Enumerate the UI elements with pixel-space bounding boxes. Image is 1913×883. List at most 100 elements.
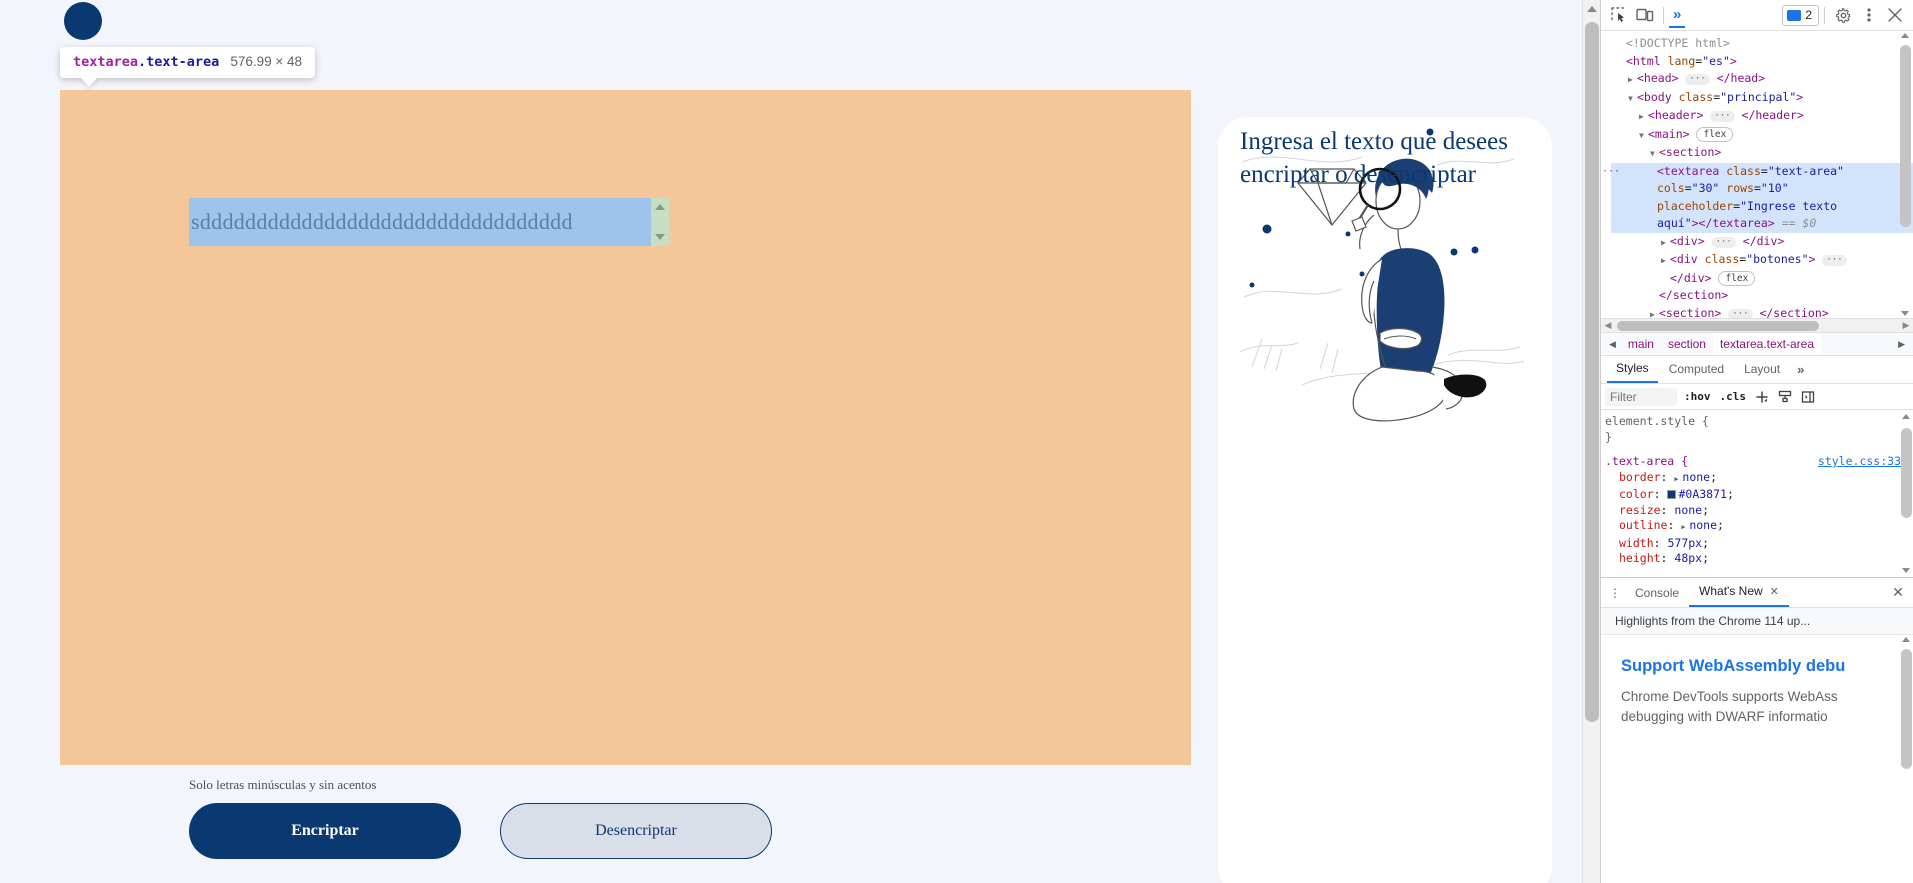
- textarea-scrollbar[interactable]: [651, 198, 669, 246]
- dom-scroll-up-icon[interactable]: [1901, 33, 1909, 38]
- dom-tree-scrollbar[interactable]: [1900, 31, 1911, 318]
- desencriptar-button[interactable]: Desencriptar: [500, 803, 772, 859]
- toggle-hover-state-button[interactable]: :hov: [1682, 390, 1713, 403]
- whats-new-scroll-thumb[interactable]: [1901, 649, 1912, 769]
- drawer-close-icon[interactable]: ✕: [1887, 584, 1909, 601]
- dom-line[interactable]: <!DOCTYPE html>: [1611, 35, 1913, 53]
- inspect-element-icon[interactable]: [1606, 2, 1632, 28]
- element-style-header: element.style {: [1605, 414, 1709, 428]
- dom-tree[interactable]: <!DOCTYPE html> <html lang="es"> ▶ <head> ·…: [1601, 31, 1913, 318]
- issues-button[interactable]: 2: [1782, 4, 1819, 26]
- styles-filter-input[interactable]: [1605, 387, 1677, 406]
- whats-new-scroll-up-icon[interactable]: [1902, 637, 1910, 642]
- dom-line[interactable]: ▼ <section>: [1611, 144, 1913, 163]
- device-toolbar-icon[interactable]: [1632, 2, 1658, 28]
- hscroll-left-arrow-icon[interactable]: ◀: [1603, 320, 1613, 331]
- new-style-rule-icon[interactable]: [1753, 388, 1771, 406]
- scroll-up-arrow-icon[interactable]: [655, 204, 665, 210]
- devtools-drawer: ⋮ Console What's New ✕ ✕ Highlights from …: [1601, 577, 1913, 883]
- devtools-close-icon[interactable]: [1882, 2, 1908, 28]
- page-vertical-scrollbar[interactable]: [1582, 0, 1600, 883]
- css-property-name[interactable]: width: [1619, 536, 1654, 550]
- dom-line[interactable]: aquí"></textarea> == $0: [1657, 215, 1913, 233]
- breadcrumb-item-main[interactable]: main: [1621, 333, 1661, 355]
- css-property-value[interactable]: none: [1682, 470, 1710, 484]
- dom-line[interactable]: ▶ <header> ··· </header>: [1611, 107, 1913, 126]
- whats-new-subtitle: Highlights from the Chrome 114 up...: [1601, 608, 1913, 635]
- dom-line[interactable]: ▶ <section> ··· </section>: [1611, 305, 1913, 318]
- tab-layout[interactable]: Layout: [1735, 357, 1789, 382]
- dom-horizontal-scrollbar[interactable]: ◀ ▶: [1601, 318, 1913, 332]
- dom-line[interactable]: </section>: [1611, 287, 1913, 305]
- more-tabs-button[interactable]: »: [1791, 362, 1810, 377]
- whats-new-scrollbar[interactable]: [1900, 635, 1913, 883]
- dom-line[interactable]: <html lang="es">: [1611, 53, 1913, 71]
- drawer-tab-whats-new[interactable]: What's New ✕: [1689, 578, 1789, 607]
- css-property-name[interactable]: border: [1619, 470, 1661, 484]
- breadcrumb-left-arrow-icon[interactable]: ◀: [1604, 339, 1621, 350]
- page-scroll-thumb[interactable]: [1585, 22, 1599, 722]
- whats-new-article-title[interactable]: Support WebAssembly debu: [1621, 657, 1893, 676]
- css-rule-source-link[interactable]: style.css:33: [1818, 454, 1901, 470]
- breadcrumb-item-section[interactable]: section: [1661, 333, 1713, 355]
- hscroll-thumb[interactable]: [1617, 320, 1819, 331]
- css-declaration[interactable]: width: 577px;: [1605, 536, 1913, 552]
- styles-scrollbar[interactable]: [1901, 412, 1912, 575]
- text-area[interactable]: sddddddddddddddddddddddddddddddddd: [189, 198, 669, 246]
- styles-pane[interactable]: element.style { } .text-area { style.css…: [1601, 410, 1913, 577]
- dom-line[interactable]: <textarea class="text-area": [1657, 163, 1913, 181]
- styles-scroll-thumb[interactable]: [1901, 428, 1912, 518]
- more-panels-button[interactable]: »: [1669, 2, 1686, 28]
- breadcrumb-item-textarea[interactable]: textarea.text-area: [1712, 333, 1822, 355]
- dom-scroll-thumb[interactable]: [1900, 45, 1911, 227]
- css-property-name[interactable]: height: [1619, 551, 1661, 565]
- text-area-value[interactable]: sddddddddddddddddddddddddddddddddd: [189, 198, 651, 246]
- css-property-value[interactable]: 577px: [1667, 536, 1702, 550]
- dom-line[interactable]: ▼ <main> flex: [1611, 126, 1913, 145]
- page-scroll-up-arrow-icon[interactable]: [1587, 6, 1597, 12]
- dom-scroll-down-icon[interactable]: [1901, 311, 1909, 316]
- tab-styles[interactable]: Styles: [1607, 356, 1658, 383]
- css-property-name[interactable]: outline: [1619, 518, 1667, 532]
- encriptar-button[interactable]: Encriptar: [189, 803, 461, 859]
- drawer-tab-console[interactable]: Console: [1625, 580, 1689, 606]
- css-property-value[interactable]: 48px: [1674, 551, 1702, 565]
- browser-page-viewport: sddddddddddddddddddddddddddddddddd texta…: [0, 0, 1600, 883]
- toggle-sidebar-icon[interactable]: [1799, 388, 1817, 406]
- devtools-menu-kebab-icon[interactable]: [1856, 2, 1882, 28]
- styles-scroll-down-icon[interactable]: [1902, 568, 1910, 573]
- dom-line[interactable]: ▼ <body class="principal">: [1611, 89, 1913, 108]
- scroll-down-arrow-icon[interactable]: [655, 234, 665, 240]
- css-declaration[interactable]: resize: none;: [1605, 503, 1913, 519]
- css-declaration[interactable]: height: 48px;: [1605, 551, 1913, 567]
- css-property-name[interactable]: color: [1619, 487, 1654, 501]
- hscroll-track[interactable]: [1613, 320, 1901, 331]
- css-property-name[interactable]: resize: [1619, 503, 1661, 517]
- color-swatch[interactable]: [1667, 490, 1677, 499]
- gear-icon[interactable]: [1830, 2, 1856, 28]
- styles-scroll-up-icon[interactable]: [1902, 414, 1910, 419]
- css-property-value[interactable]: #0A3871: [1678, 487, 1726, 501]
- dom-line[interactable]: </div> flex: [1611, 270, 1913, 288]
- hscroll-right-arrow-icon[interactable]: ▶: [1901, 320, 1911, 331]
- css-declaration[interactable]: border: ▶ none;: [1605, 470, 1913, 488]
- dom-line[interactable]: ▶ <head> ··· </head>: [1611, 70, 1913, 89]
- css-declaration[interactable]: color: #0A3871;: [1605, 487, 1913, 503]
- node-overflow-dots-icon[interactable]: ···: [1602, 163, 1620, 181]
- info-card: Ingresa el texto que desees encriptar o …: [1218, 117, 1552, 883]
- drawer-tab-close-icon[interactable]: ✕: [1770, 586, 1779, 598]
- dom-line[interactable]: placeholder="Ingrese texto: [1657, 198, 1913, 216]
- css-property-value[interactable]: none: [1689, 518, 1717, 532]
- dom-line[interactable]: ▶ <div class="botones"> ···: [1611, 251, 1913, 270]
- styles-filter-bar: :hov .cls: [1601, 384, 1913, 410]
- dom-line[interactable]: cols="30" rows="10": [1657, 180, 1913, 198]
- breadcrumb-right-arrow-icon[interactable]: ▶: [1893, 339, 1910, 350]
- css-declaration[interactable]: outline: ▶ none;: [1605, 518, 1913, 536]
- dom-line[interactable]: ▶ <div> ··· </div>: [1611, 233, 1913, 252]
- computed-styles-sidebar-icon[interactable]: [1776, 388, 1794, 406]
- css-property-value[interactable]: none: [1674, 503, 1702, 517]
- toggle-class-button[interactable]: .cls: [1718, 390, 1749, 403]
- dom-tree-selected-node[interactable]: ··· <textarea class="text-area" cols="30"…: [1602, 162, 1913, 233]
- tab-computed[interactable]: Computed: [1660, 357, 1733, 382]
- drawer-menu-kebab-icon[interactable]: ⋮: [1605, 587, 1625, 599]
